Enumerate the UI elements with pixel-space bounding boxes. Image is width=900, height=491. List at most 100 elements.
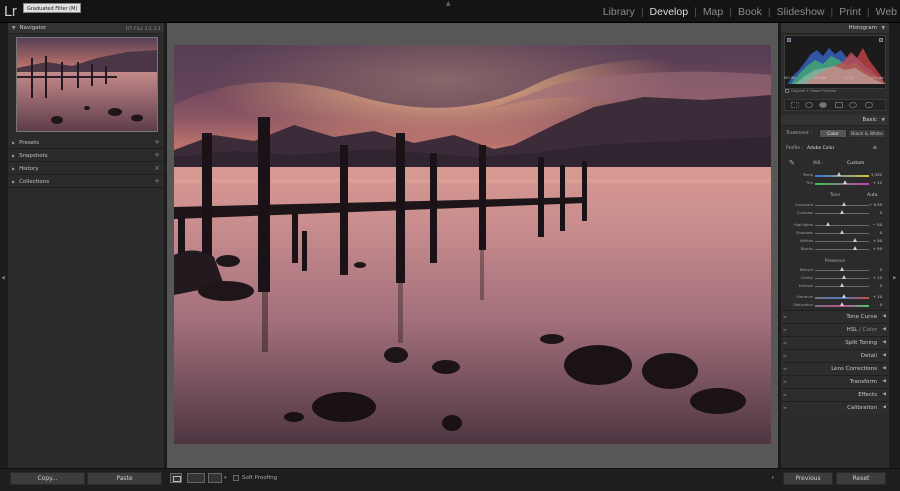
view-toolbar: ▾ Soft Proofing ▾ [167, 472, 778, 485]
calibration-panel[interactable]: ▬ Calibration ◀ [781, 401, 889, 414]
profile-dropdown[interactable]: Adobe Color [807, 144, 834, 153]
expand-triangle-icon: ▼ [881, 118, 885, 123]
iso-value: ISO 64 [784, 76, 796, 80]
main-photo[interactable] [174, 45, 771, 444]
blacks-slider[interactable]: Blacks + 50 [781, 245, 889, 253]
contrast-slider[interactable]: Contrast 0 [781, 209, 889, 217]
effects-panel[interactable]: ▬ Effects ◀ [781, 388, 889, 401]
red-eye-icon[interactable] [819, 102, 827, 108]
profile-browser-icon[interactable]: ⊞ [873, 144, 877, 153]
histogram[interactable] [784, 35, 886, 89]
add-collection-icon[interactable]: + [154, 175, 160, 188]
toolbar-menu-icon[interactable]: ▾ [771, 472, 774, 485]
left-edge-toggle[interactable]: ◀ [0, 23, 7, 491]
navigator-preview[interactable] [16, 37, 158, 132]
copy-settings-button[interactable]: Copy... [10, 472, 85, 485]
panel-switch-icon[interactable]: ▬ [783, 350, 787, 362]
right-panel: Histogram ▼ ISO 64 12 mm f / 11 0.0 sec … [781, 23, 889, 468]
saturation-slider[interactable]: Saturation 0 [781, 301, 889, 309]
clarity-slider[interactable]: Clarity + 10 [781, 274, 889, 282]
add-preset-icon[interactable]: + [154, 136, 160, 149]
crop-tool-icon[interactable] [791, 102, 799, 108]
wb-label: WB : [813, 161, 824, 166]
navigator-header[interactable]: ▼ Navigator FIT FILL 1:1 3:1 [8, 23, 164, 34]
aperture-value: f / 11 [844, 76, 854, 80]
module-slideshow[interactable]: Slideshow [776, 6, 826, 18]
basic-header[interactable]: Basic ▼ [781, 115, 889, 126]
auto-tone-button[interactable]: Auto [867, 191, 877, 200]
panel-switch-icon[interactable]: ▬ [783, 363, 787, 375]
temp-slider[interactable]: Temp 5,332 [781, 171, 889, 179]
chevron-down-icon[interactable]: ▾ [224, 472, 227, 485]
paste-settings-button[interactable]: Paste [87, 472, 162, 485]
spot-removal-icon[interactable] [805, 102, 813, 108]
exposure-slider[interactable]: Exposure + 0.35 [781, 201, 889, 209]
lightroom-logo: Lr [4, 3, 17, 20]
split-toning-panel[interactable]: ▬ Split Toning ◀ [781, 336, 889, 349]
module-web[interactable]: Web [875, 6, 898, 18]
whites-slider[interactable]: Whites + 50 [781, 237, 889, 245]
vibrance-slider[interactable]: Vibrance + 10 [781, 293, 889, 301]
lake-jetty-image [174, 45, 771, 444]
before-after-view-icon[interactable] [187, 473, 205, 483]
wb-dropdown[interactable]: Custom [847, 159, 864, 168]
module-picker: Library | Develop | Map | Book | Slidesh… [602, 6, 898, 18]
panel-switch-icon[interactable]: ▬ [783, 402, 787, 414]
module-library[interactable]: Library [602, 6, 636, 18]
hsl-color-panel[interactable]: ▬ HSL / Color ◀ [781, 323, 889, 336]
expand-triangle-icon: ▼ [881, 26, 885, 31]
clear-history-icon[interactable]: × [154, 162, 160, 175]
highlights-slider[interactable]: Highlights − 50 [781, 221, 889, 229]
graduated-filter-icon[interactable] [835, 102, 843, 108]
module-develop[interactable]: Develop [649, 6, 690, 18]
expand-triangle-icon: ◀ [882, 327, 886, 332]
checkbox-icon[interactable] [785, 89, 789, 93]
snapshots-panel[interactable]: ▶ Snapshots + [8, 149, 164, 162]
radial-filter-icon[interactable] [849, 102, 857, 108]
tool-tooltip: Graduated Filter (M) [23, 3, 82, 13]
white-balance-eyedropper-icon[interactable]: ✎ [789, 159, 795, 168]
shadows-slider[interactable]: Shadows 0 [781, 229, 889, 237]
treatment-color-button[interactable]: Color [819, 129, 847, 138]
texture-slider[interactable]: Texture 0 [781, 266, 889, 274]
panel-switch-icon[interactable]: ▬ [783, 389, 787, 401]
navigator-title: Navigator [19, 25, 47, 31]
reset-button[interactable]: Reset [836, 472, 886, 485]
collections-panel[interactable]: ▶ Collections + [8, 175, 164, 188]
collapse-top-icon[interactable]: ▲ [446, 0, 451, 7]
zoom-options[interactable]: FIT FILL 1:1 3:1 [126, 23, 161, 34]
develop-sections: ▬ Tone Curve ◀ ▬ HSL / Color ◀ ▬ Split Toning… [781, 310, 889, 414]
dehaze-slider[interactable]: Dehaze 0 [781, 282, 889, 290]
module-print[interactable]: Print [838, 6, 862, 18]
panel-switch-icon[interactable]: ▬ [783, 324, 787, 336]
history-panel[interactable]: ▶ History × [8, 162, 164, 175]
soft-proofing-checkbox[interactable] [233, 475, 239, 481]
treatment-bw-button[interactable]: Black & White [848, 129, 886, 138]
module-book[interactable]: Book [737, 6, 763, 18]
collapse-right-icon[interactable]: ▶ [893, 275, 897, 281]
module-map[interactable]: Map [702, 6, 724, 18]
expand-triangle-icon: ◀ [882, 314, 886, 319]
right-edge-toggle[interactable]: ▶ [889, 23, 900, 491]
tone-curve-panel[interactable]: ▬ Tone Curve ◀ [781, 310, 889, 323]
panel-switch-icon[interactable]: ▬ [783, 311, 787, 323]
adjustment-brush-icon[interactable] [865, 102, 873, 108]
panel-switch-icon[interactable]: ▬ [783, 337, 787, 349]
loupe-view-icon[interactable] [170, 473, 182, 483]
expand-triangle-icon: ◀ [882, 340, 886, 345]
transform-panel[interactable]: ▬ Transform ◀ [781, 375, 889, 388]
histogram-header[interactable]: Histogram ▼ [781, 23, 889, 34]
before-after-swap-icon[interactable] [208, 473, 222, 483]
tint-slider[interactable]: Tint + 12 [781, 179, 889, 187]
expand-triangle-icon: ▼ [12, 26, 16, 31]
previous-button[interactable]: Previous [783, 472, 833, 485]
profile-label: Profile : [786, 146, 803, 151]
lens-corrections-panel[interactable]: ▬ Lens Corrections ◀ [781, 362, 889, 375]
detail-panel[interactable]: ▬ Detail ◀ [781, 349, 889, 362]
add-snapshot-icon[interactable]: + [154, 149, 160, 162]
panel-switch-icon[interactable]: ▬ [783, 376, 787, 388]
presets-panel[interactable]: ▶ Presets + [8, 136, 164, 149]
expand-triangle-icon: ◀ [882, 353, 886, 358]
collapse-left-icon[interactable]: ◀ [1, 275, 5, 281]
expand-triangle-icon: ◀ [882, 379, 886, 384]
